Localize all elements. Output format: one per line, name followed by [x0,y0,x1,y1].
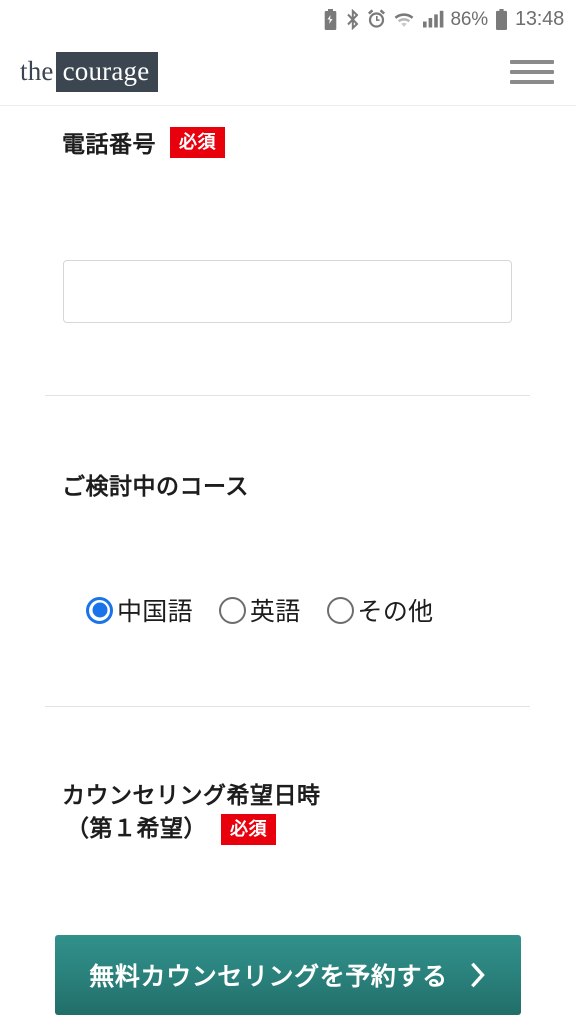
status-bar: 86% 13:48 [0,0,576,38]
hamburger-menu-icon[interactable] [510,57,554,87]
bluetooth-icon [346,8,360,30]
alarm-clock-icon [367,9,386,29]
counseling-datetime-required-badge: 必須 [221,813,276,845]
course-field-label-row: ご検討中のコース [0,467,576,501]
phone-required-badge: 必須 [170,126,225,158]
radio-label-english: 英語 [249,598,301,626]
radio-option-other[interactable]: その他 [326,592,434,628]
radio-option-english[interactable]: 英語 [218,592,301,628]
chevron-right-icon [470,961,487,989]
course-field-label: ご検討中のコース [62,473,249,499]
counseling-datetime-label-block: カウンセリング希望日時 （第１希望） 必須 [0,779,576,846]
hamburger-bar-3 [510,79,554,84]
site-header: the courage [0,38,576,106]
logo-prefix-text: the [20,55,54,86]
hamburger-bar-1 [510,59,554,64]
phone-field-label-row: 電話番号 必須 [0,125,576,159]
battery-saver-icon [322,8,339,30]
hamburger-bar-2 [510,69,554,74]
mobile-screen: 86% 13:48 the courage 電話番号 必須 ご検討中のコース 中… [0,0,576,1024]
radio-indicator-other[interactable] [326,596,354,624]
wifi-icon [393,9,415,29]
radio-indicator-chinese[interactable] [86,596,113,624]
form-content: 電話番号 必須 ご検討中のコース 中国語 英語 その他 カウンセリング希望日時 … [0,107,576,1024]
phone-field-label: 電話番号 [62,131,156,157]
site-logo[interactable]: the courage [20,51,159,92]
phone-input[interactable] [63,260,512,323]
battery-icon [495,8,508,30]
course-radio-group: 中国語 英語 その他 [0,592,576,628]
counseling-datetime-label-line2: （第１希望） [66,815,207,842]
battery-percent-label: 86% [450,8,489,30]
radio-indicator-english[interactable] [218,596,246,624]
cta-bar: 無料カウンセリングを予約する [0,928,576,1024]
book-free-counseling-button[interactable]: 無料カウンセリングを予約する [55,935,521,1015]
logo-mark-text: courage [55,51,159,92]
cellular-signal-icon [422,9,444,29]
cta-label: 無料カウンセリングを予約する [89,963,448,991]
radio-option-chinese[interactable]: 中国語 [86,592,193,628]
counseling-datetime-label-line2-row: （第１希望） 必須 [62,812,576,845]
clock-label: 13:48 [514,8,564,30]
counseling-datetime-label-line1: カウンセリング希望日時 [62,782,321,808]
radio-label-other: その他 [357,598,434,626]
radio-label-chinese: 中国語 [117,598,193,626]
